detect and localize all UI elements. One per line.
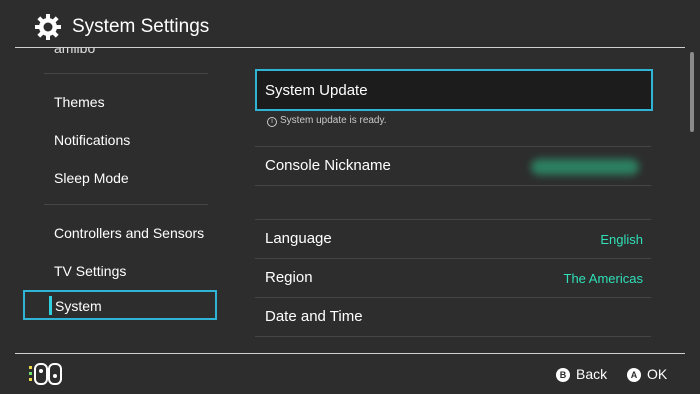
update-note-text: System update is ready. (280, 115, 387, 126)
sidebar-item-label: System (55, 298, 102, 314)
row-divider (255, 185, 651, 186)
sidebar-item-amiibo[interactable]: amiibo (54, 48, 95, 56)
b-button-icon: B (556, 368, 570, 382)
info-icon: i (267, 117, 277, 127)
footer: B Back A OK (0, 354, 700, 394)
system-update-label: System Update (265, 82, 368, 99)
region-value: The Americas (563, 271, 643, 286)
sidebar-item-themes[interactable]: Themes (54, 94, 105, 110)
settings-panel: System Update i System update is ready. C… (236, 48, 666, 353)
nickname-value-blurred (531, 159, 639, 175)
ok-button[interactable]: A OK (627, 366, 667, 382)
console-nickname-row[interactable]: Console Nickname (255, 147, 651, 185)
language-label: Language (265, 230, 332, 247)
gear-icon (35, 14, 61, 40)
a-button-icon: A (627, 368, 641, 382)
update-note: i System update is ready. (267, 115, 387, 127)
console-nickname-label: Console Nickname (265, 157, 391, 174)
page-title: System Settings (72, 16, 210, 37)
sidebar-item-system[interactable]: System (23, 290, 217, 320)
sidebar-item-sleep-mode[interactable]: Sleep Mode (54, 170, 129, 186)
joycon-controller-icon (29, 363, 62, 385)
selection-indicator (49, 296, 52, 315)
sidebar-divider (44, 204, 208, 205)
date-time-label: Date and Time (265, 308, 363, 325)
sidebar-item-controllers[interactable]: Controllers and Sensors (54, 225, 204, 241)
back-label: Back (576, 366, 608, 382)
sidebar-item-notifications[interactable]: Notifications (54, 132, 130, 148)
system-update-button[interactable]: System Update (255, 69, 653, 111)
region-row[interactable]: Region The Americas (255, 259, 651, 297)
row-divider (255, 336, 651, 337)
date-time-row[interactable]: Date and Time (255, 298, 651, 336)
ok-label: OK (647, 366, 668, 382)
sidebar: amiibo Themes Notifications Sleep Mode C… (0, 48, 236, 353)
language-value: English (600, 232, 643, 247)
region-label: Region (265, 269, 313, 286)
scrollbar[interactable] (690, 52, 694, 132)
language-row[interactable]: Language English (255, 220, 651, 258)
back-button[interactable]: B Back (556, 366, 607, 382)
sidebar-divider (44, 73, 208, 74)
sidebar-item-tv-settings[interactable]: TV Settings (54, 263, 126, 279)
header: System Settings (0, 0, 700, 50)
